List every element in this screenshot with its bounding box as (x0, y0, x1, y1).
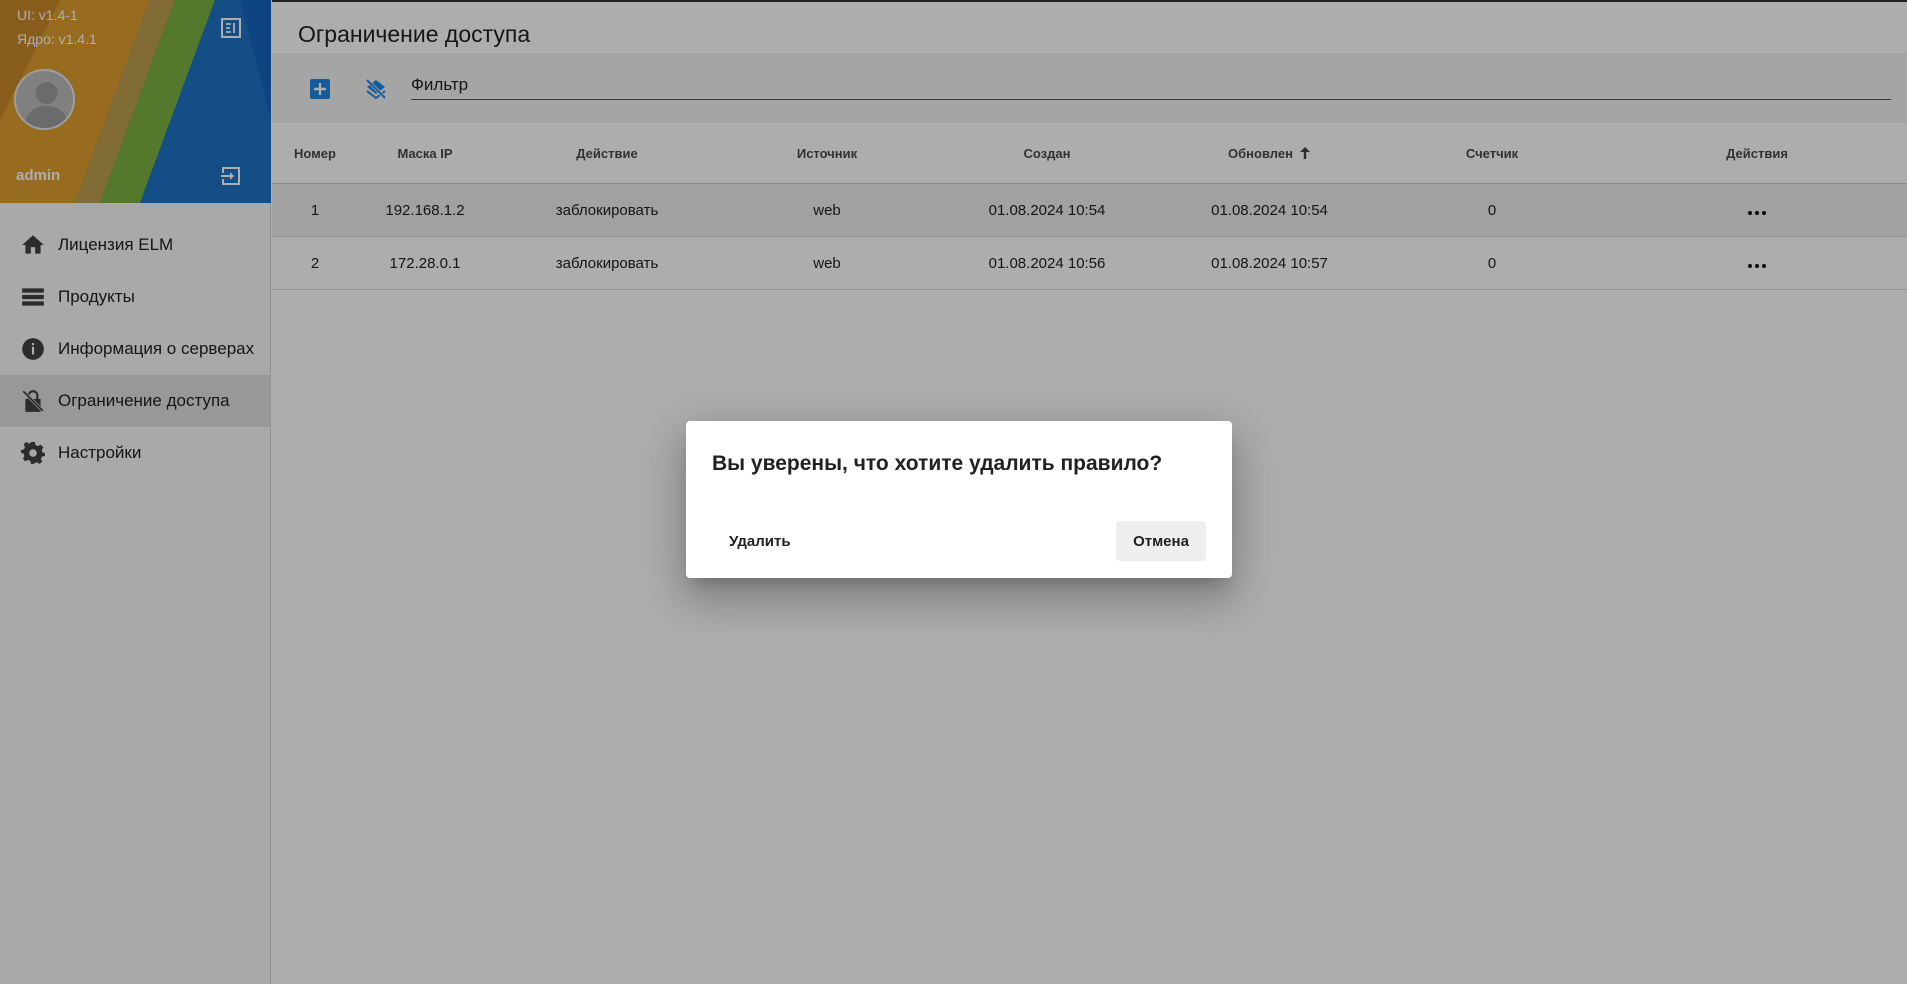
dialog-title: Вы уверены, что хотите удалить правило? (712, 452, 1163, 475)
delete-button[interactable]: Удалить (712, 521, 808, 561)
confirm-delete-dialog: Вы уверены, что хотите удалить правило? … (686, 421, 1232, 578)
cancel-button[interactable]: Отмена (1116, 521, 1206, 561)
